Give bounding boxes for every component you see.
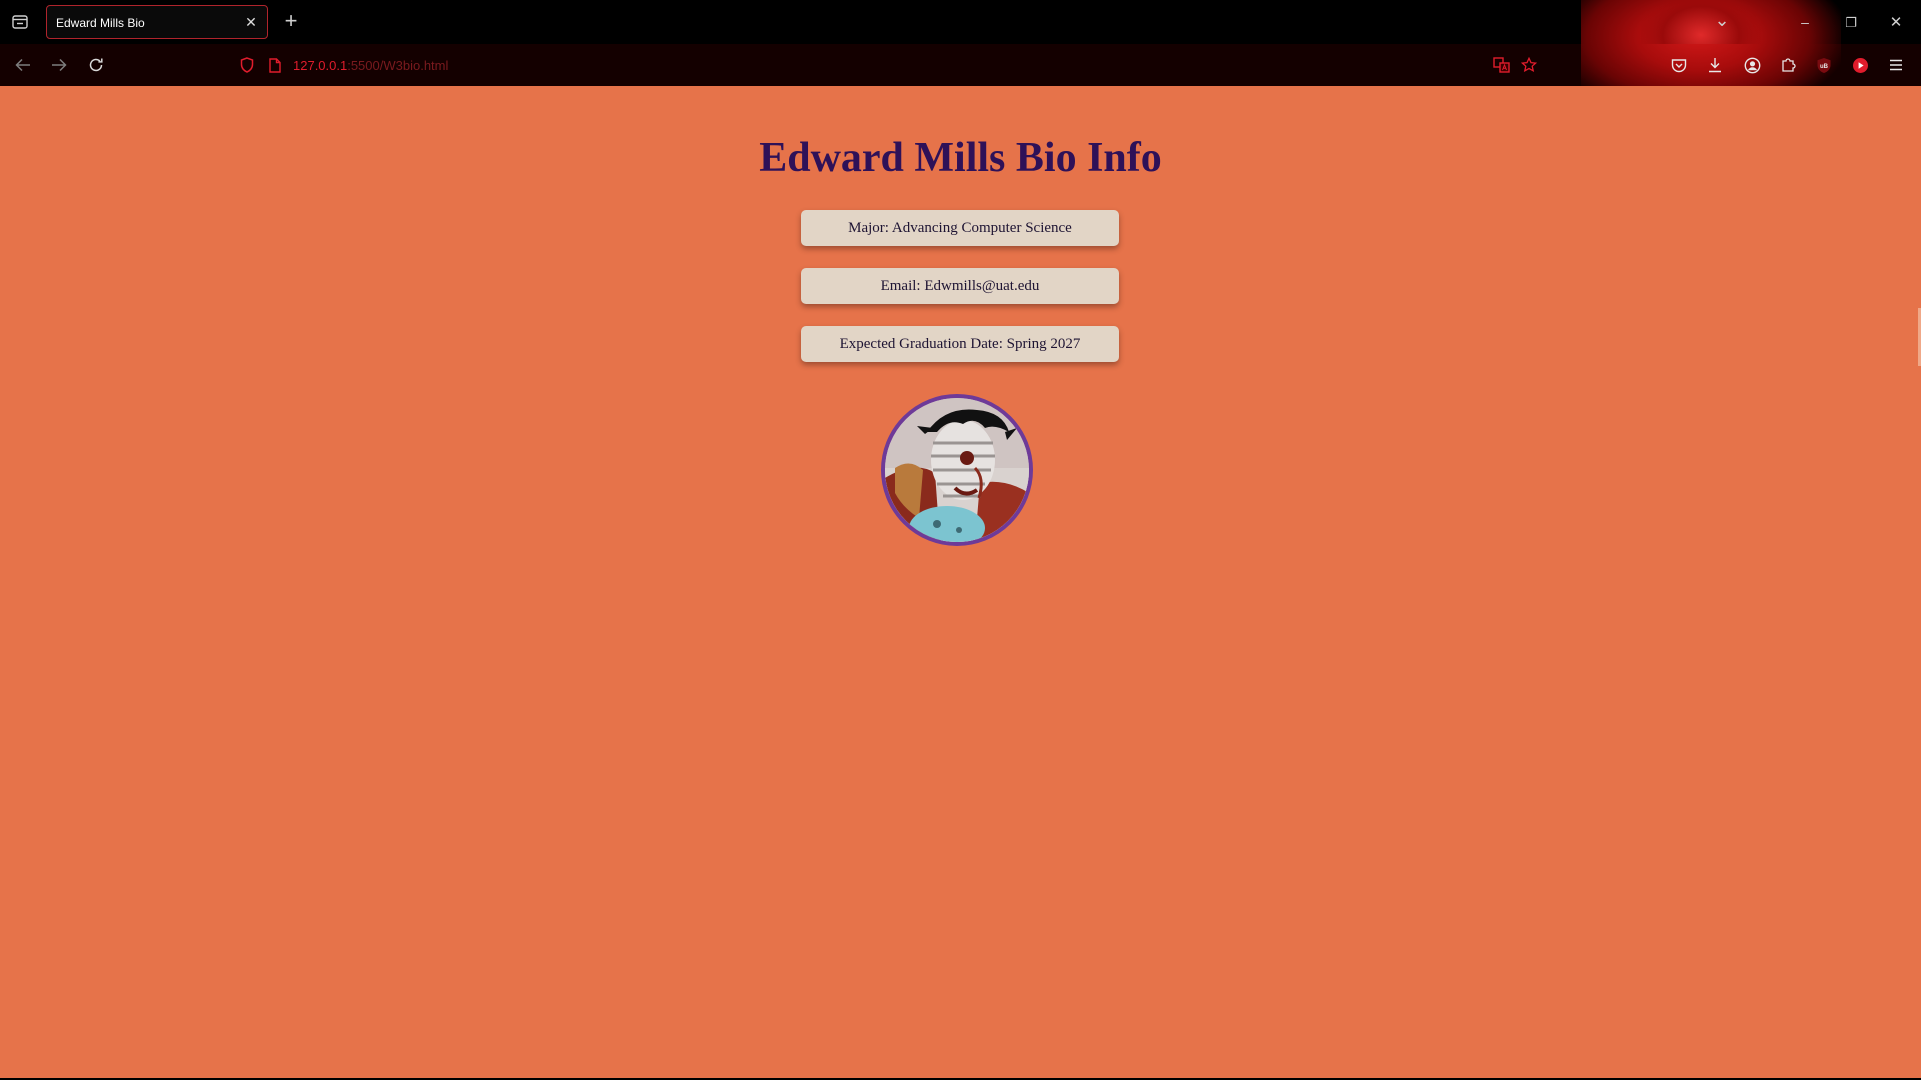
download-icon[interactable] [1704,55,1726,75]
address-bar[interactable]: 127.0.0.1:5500/W3bio.html [293,52,1473,78]
forward-icon[interactable] [48,55,70,75]
new-tab-icon[interactable]: + [281,10,301,32]
ublock-label: uB [1820,64,1829,70]
bookmark-star-icon[interactable] [1518,55,1540,75]
back-icon[interactable] [12,55,34,75]
profile-avatar [881,394,1033,546]
tab-title: Edward Mills Bio [56,16,145,30]
pocket-icon[interactable] [1668,55,1690,75]
list-all-tabs-icon[interactable]: ⌄ [1712,10,1732,30]
restore-window-icon[interactable]: ❐ [1841,12,1861,32]
tab-overview-icon[interactable] [10,13,30,31]
info-email: Email: Edwmills@uat.edu [801,268,1119,304]
close-window-icon[interactable]: ✕ [1886,12,1906,32]
translate-icon[interactable] [1490,55,1512,75]
info-major: Major: Advancing Computer Science [801,210,1119,246]
tab-strip: Edward Mills Bio ✕ + ⌄ – ❐ ✕ [0,0,1921,44]
navigation-toolbar: 127.0.0.1:5500/W3bio.html uB [0,44,1921,86]
ublock-icon[interactable]: uB [1813,55,1835,75]
shield-icon[interactable] [237,55,257,75]
menu-icon[interactable] [1885,55,1907,75]
page-icon [266,55,284,75]
reload-icon[interactable] [85,55,107,75]
theme-rose-decoration [1641,0,1761,44]
account-icon[interactable] [1741,55,1763,75]
extensions-icon[interactable] [1777,55,1799,75]
page-title: Edward Mills Bio Info [759,135,1162,181]
tab-edward-mills-bio[interactable]: Edward Mills Bio ✕ [46,5,268,39]
minimize-window-icon[interactable]: – [1795,12,1815,32]
page-viewport: Edward Mills Bio Info Major: Advancing C… [0,86,1921,1078]
url-path: :5500/W3bio.html [347,57,449,73]
url-host: 127.0.0.1 [293,57,348,73]
tab-close-icon[interactable]: ✕ [243,14,259,30]
info-graduation: Expected Graduation Date: Spring 2027 [801,326,1119,362]
youtube-icon[interactable] [1849,55,1871,75]
